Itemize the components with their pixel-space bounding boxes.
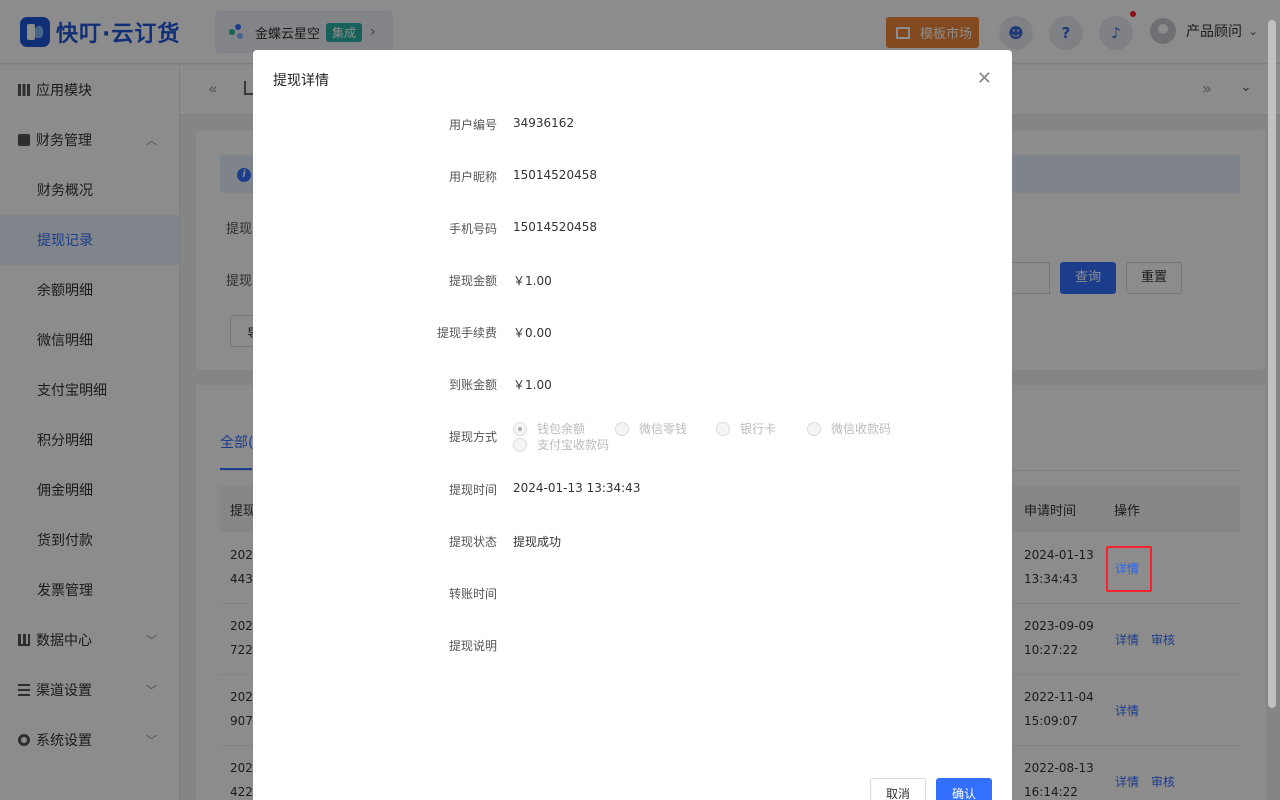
field-label: 转账时间	[448, 587, 497, 601]
field-label: 提现手续费	[436, 326, 497, 340]
field-label: 到账金额	[448, 378, 497, 392]
field-phone: 手机号码 15014520458	[253, 220, 1012, 240]
field-label: 用户编号	[448, 118, 497, 132]
field-received: 到账金额 ￥1.00	[253, 376, 1012, 396]
radio-label: 银行卡	[740, 422, 777, 436]
withdraw-detail-modal: 提现详情 ✕ 用户编号 34936162 用户昵称 15014520458 手机…	[253, 50, 1012, 800]
field-user-id: 用户编号 34936162	[253, 116, 1012, 136]
field-status: 提现状态 提现成功	[253, 533, 1012, 553]
field-value: ￥1.00	[513, 274, 552, 288]
radio-bank-card: 银行卡	[716, 420, 776, 437]
confirm-button[interactable]: 确认	[936, 778, 992, 800]
close-icon[interactable]: ✕	[977, 68, 992, 89]
field-value: 2024-01-13 13:34:43	[513, 481, 641, 495]
field-fee: 提现手续费 ￥0.00	[253, 324, 1012, 344]
radio-icon	[716, 421, 730, 436]
radio-icon	[513, 437, 527, 452]
radio-label: 微信零钱	[639, 422, 688, 436]
modal-title: 提现详情	[273, 73, 329, 89]
field-note: 提现说明	[253, 637, 1012, 657]
field-label: 提现时间	[448, 483, 497, 497]
field-time: 提现时间 2024-01-13 13:34:43	[253, 481, 1012, 501]
radio-label: 钱包余额	[537, 422, 586, 436]
radio-label: 支付宝收款码	[537, 438, 610, 452]
radio-wechat-change: 微信零钱	[615, 420, 687, 437]
field-transfer-time: 转账时间	[253, 585, 1012, 605]
field-value: 提现成功	[513, 535, 562, 549]
radio-icon	[513, 421, 527, 436]
radio-alipay-qr: 支付宝收款码	[513, 436, 609, 453]
radio-icon	[615, 421, 629, 436]
field-label: 用户昵称	[448, 170, 497, 184]
field-label: 提现状态	[448, 535, 497, 549]
field-nickname: 用户昵称 15014520458	[253, 168, 1012, 188]
field-value: 15014520458	[513, 220, 597, 234]
scrollbar[interactable]	[1268, 20, 1276, 708]
field-label: 提现说明	[448, 639, 497, 653]
cancel-button[interactable]: 取消	[870, 778, 926, 800]
field-value: 34936162	[513, 116, 575, 130]
field-value: ￥0.00	[513, 326, 552, 340]
detail-link-highlighted[interactable]: 详情	[1115, 560, 1139, 577]
radio-icon	[807, 421, 821, 436]
radio-wallet: 钱包余额	[513, 420, 585, 437]
radio-label: 微信收款码	[831, 422, 892, 436]
field-label: 手机号码	[448, 222, 497, 236]
field-value: ￥1.00	[513, 378, 552, 392]
radio-wechat-qr: 微信收款码	[807, 420, 891, 437]
field-label: 提现金额	[448, 274, 497, 288]
field-amount: 提现金额 ￥1.00	[253, 272, 1012, 292]
field-label: 提现方式	[448, 430, 497, 444]
field-value: 15014520458	[513, 168, 597, 182]
